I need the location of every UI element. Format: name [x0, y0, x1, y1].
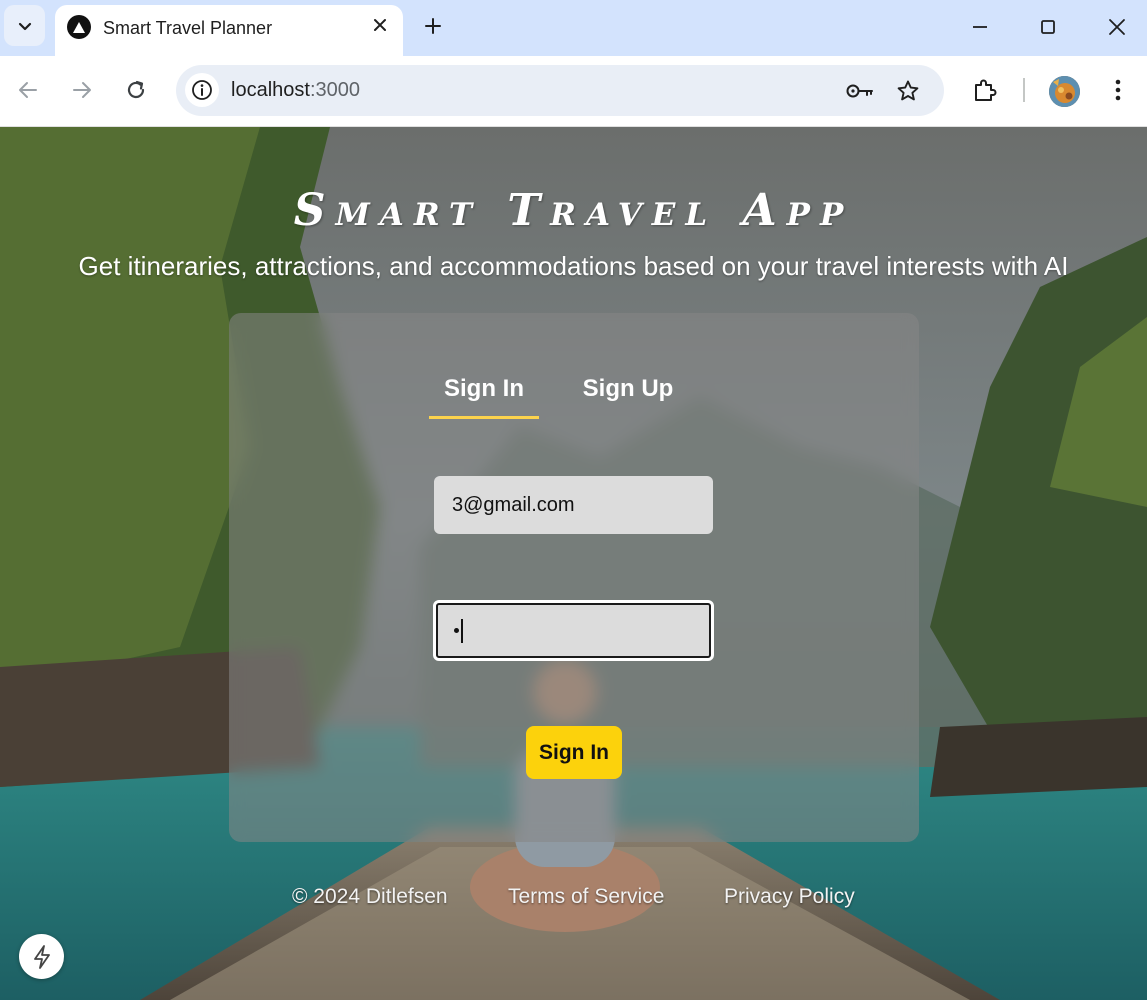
url-host: localhost [231, 79, 310, 101]
minimize-icon [973, 26, 987, 28]
browser-tab-bar: Smart Travel Planner [0, 0, 1147, 56]
star-icon [897, 80, 919, 101]
close-window-button[interactable] [1102, 12, 1132, 42]
page-subtitle: Get itineraries, attractions, and accomm… [78, 251, 1069, 281]
close-tab-button[interactable] [369, 14, 391, 36]
sign-in-button[interactable]: Sign In [526, 726, 622, 779]
tab-title: Smart Travel Planner [103, 18, 273, 38]
avatar-image-icon [1049, 76, 1080, 107]
browser-toolbar: localhost:3000 [0, 56, 1147, 127]
browser-tab-active[interactable]: Smart Travel Planner [55, 5, 403, 56]
close-icon [1109, 19, 1125, 35]
plus-icon [425, 18, 441, 34]
footer-copyright: © 2024 Ditlefsen [292, 885, 448, 908]
arrow-left-icon [19, 82, 37, 98]
password-field[interactable] [433, 600, 714, 661]
profile-avatar[interactable] [1049, 76, 1080, 107]
reload-icon [127, 80, 145, 99]
maximize-button[interactable] [1033, 12, 1063, 42]
toolbar-divider [1023, 78, 1025, 102]
key-icon [846, 84, 873, 98]
email-value: 3@gmail.com [452, 493, 575, 516]
site-info-button[interactable] [185, 73, 219, 107]
page-footer: © 2024 Ditlefsen Terms of Service Privac… [0, 885, 1147, 915]
auth-tabs: Sign In Sign Up [229, 371, 919, 421]
text-caret [461, 618, 463, 643]
info-icon [192, 80, 212, 100]
app-title: Smart Travel App [293, 185, 854, 236]
email-field[interactable]: 3@gmail.com [434, 476, 713, 534]
address-bar[interactable]: localhost:3000 [176, 65, 944, 116]
more-vertical-icon [1115, 79, 1121, 101]
close-icon [374, 19, 386, 31]
chevron-down-icon [18, 22, 31, 30]
tab-search-button[interactable] [4, 5, 45, 46]
back-button[interactable] [13, 75, 43, 105]
maximize-icon [1041, 20, 1055, 34]
dev-tools-badge[interactable] [19, 934, 64, 979]
extensions-button[interactable] [969, 75, 999, 105]
tab-sign-in[interactable]: Sign In [429, 371, 539, 419]
bookmark-button[interactable] [894, 77, 922, 105]
new-tab-button[interactable] [418, 11, 448, 41]
reload-button[interactable] [121, 75, 151, 105]
url-text: localhost:3000 [231, 79, 360, 102]
forward-button[interactable] [67, 75, 97, 105]
password-manager-button[interactable] [846, 77, 874, 105]
arrow-right-icon [73, 82, 91, 98]
page-viewport: Smart Travel App Get itineraries, attrac… [0, 127, 1147, 1000]
privacy-link[interactable]: Privacy Policy [724, 885, 855, 909]
url-port: :3000 [309, 79, 360, 101]
terms-link[interactable]: Terms of Service [508, 885, 664, 909]
password-mask [454, 628, 459, 633]
tab-sign-up[interactable]: Sign Up [578, 371, 678, 419]
puzzle-icon [975, 79, 997, 101]
auth-card: Sign In Sign Up 3@gmail.com Sign In [229, 313, 919, 842]
browser-menu-button[interactable] [1103, 75, 1133, 105]
minimize-button[interactable] [965, 12, 995, 42]
triangle-logo-icon [67, 15, 91, 39]
lightning-bolt-icon [33, 944, 50, 969]
